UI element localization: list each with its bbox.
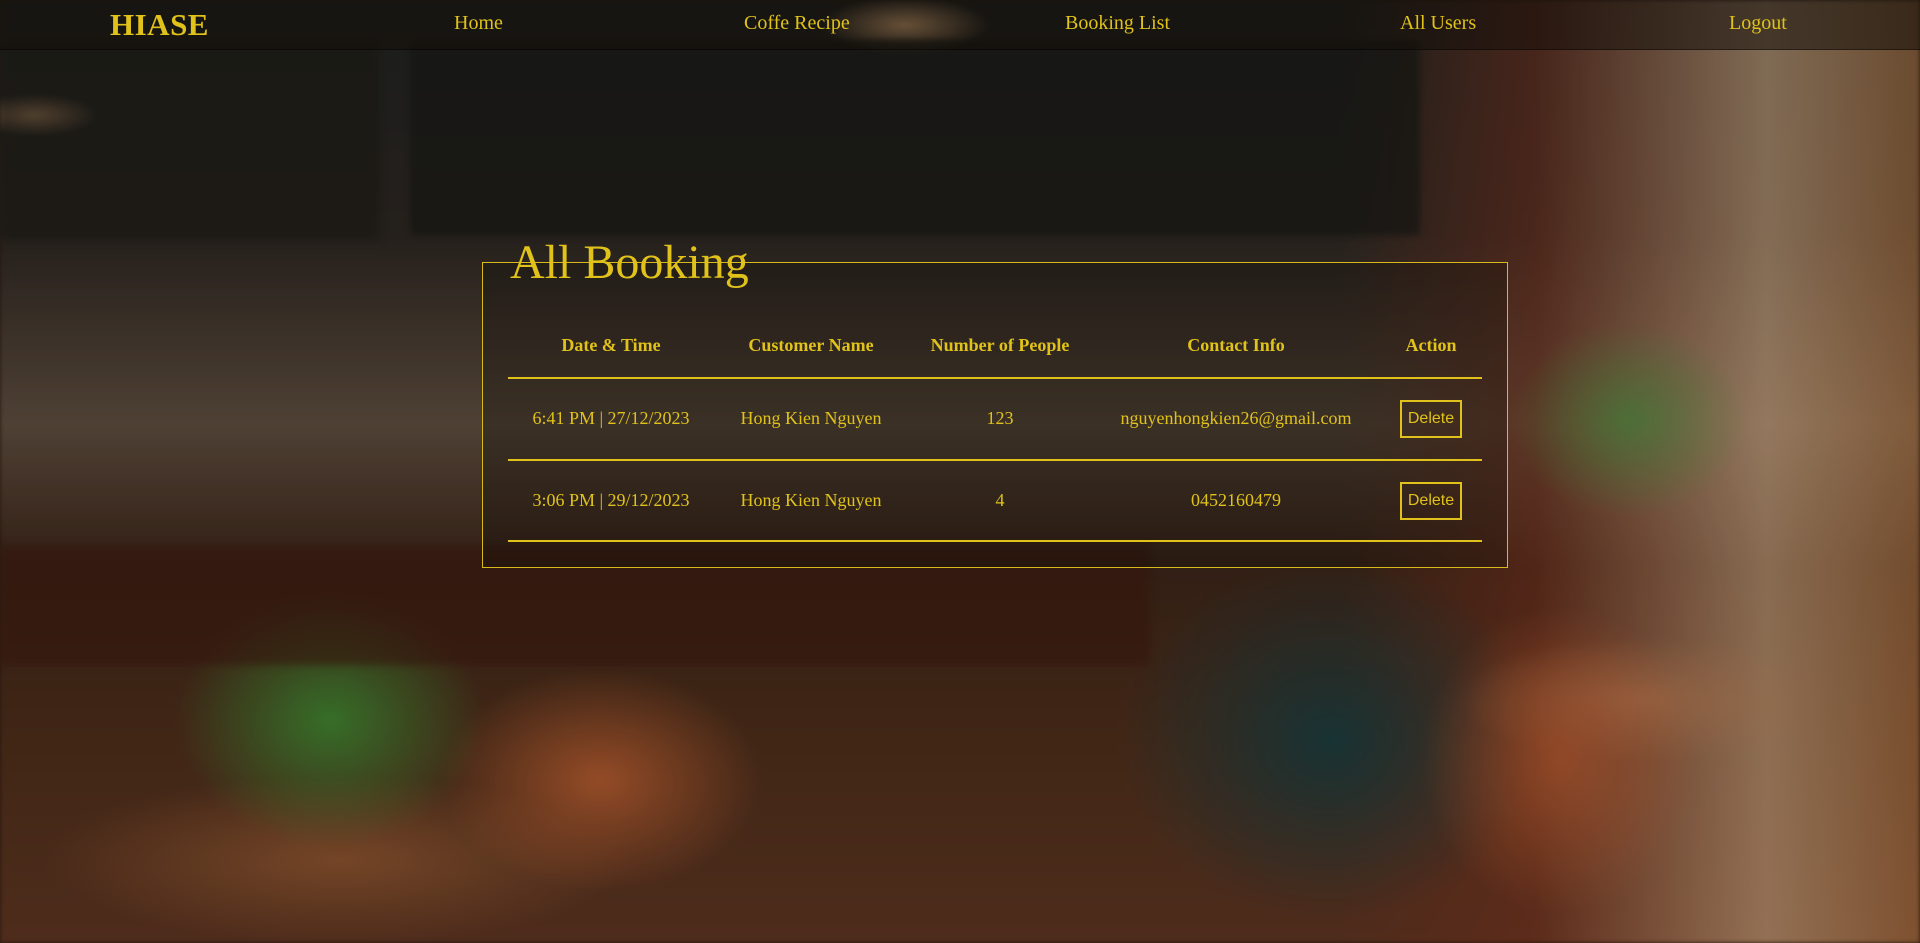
column-header-people: Number of People: [930, 335, 1070, 355]
cell-customer: Hong Kien Nguyen: [740, 408, 882, 428]
nav-booking-list[interactable]: Booking List: [1065, 12, 1170, 35]
row-divider: [508, 540, 1482, 542]
cell-datetime: 6:41 PM | 27/12/2023: [532, 408, 690, 428]
column-header-action: Action: [1405, 335, 1457, 355]
top-navbar: HIASE Home Coffe Recipe Booking List All…: [0, 0, 1920, 50]
cell-datetime: 3:06 PM | 29/12/2023: [532, 490, 690, 510]
cell-people: 123: [986, 408, 1014, 428]
cell-contact: 0452160479: [1191, 490, 1281, 510]
nav-coffee-recipe[interactable]: Coffe Recipe: [744, 12, 850, 35]
page-title: All Booking: [510, 236, 749, 289]
delete-button[interactable]: Delete: [1400, 482, 1462, 520]
row-divider: [508, 459, 1482, 461]
column-header-datetime: Date & Time: [561, 335, 661, 355]
delete-button[interactable]: Delete: [1400, 400, 1462, 438]
column-header-contact: Contact Info: [1187, 335, 1285, 355]
brand-logo[interactable]: HIASE: [110, 7, 209, 43]
cell-people: 4: [995, 490, 1005, 510]
nav-logout[interactable]: Logout: [1729, 12, 1787, 35]
nav-home[interactable]: Home: [454, 12, 503, 35]
nav-all-users[interactable]: All Users: [1400, 12, 1476, 35]
cell-contact: nguyenhongkien26@gmail.com: [1120, 408, 1352, 428]
header-divider: [508, 377, 1482, 379]
cell-customer: Hong Kien Nguyen: [740, 490, 882, 510]
column-header-customer: Customer Name: [748, 335, 874, 355]
